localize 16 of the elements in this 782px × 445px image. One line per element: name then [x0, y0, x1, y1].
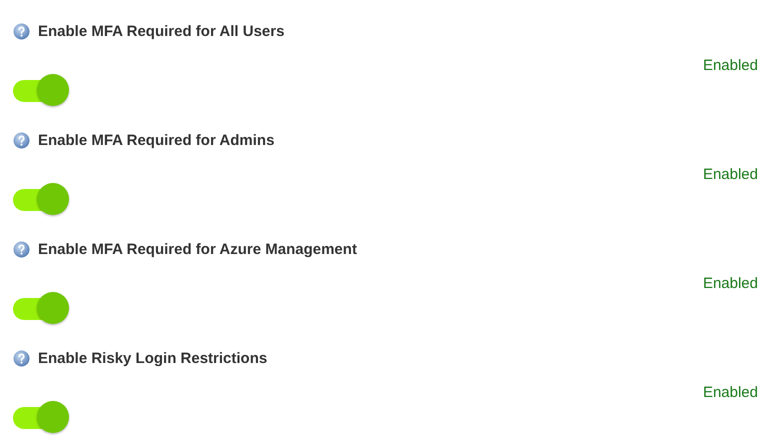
- status-text: Enabled: [702, 384, 758, 401]
- status-text: Enabled: [702, 166, 758, 183]
- help-icon[interactable]: [13, 22, 30, 40]
- setting-label: Enable MFA Required for Admins: [38, 132, 274, 148]
- setting-label: Enable MFA Required for Azure Management: [38, 240, 357, 258]
- toggle-switch[interactable]: [13, 401, 71, 435]
- help-icon[interactable]: [13, 240, 30, 258]
- setting-label: Enable Risky Login Restrictions: [38, 350, 268, 366]
- status-text: Enabled: [702, 275, 758, 292]
- help-icon[interactable]: [13, 350, 30, 366]
- help-icon[interactable]: [13, 132, 30, 148]
- setting-label: Enable MFA Required for All Users: [38, 22, 284, 40]
- status-text: Enabled: [702, 57, 758, 74]
- toggle-switch[interactable]: [13, 292, 71, 326]
- toggle-switch[interactable]: [13, 183, 71, 217]
- toggle-switch[interactable]: [13, 74, 71, 108]
